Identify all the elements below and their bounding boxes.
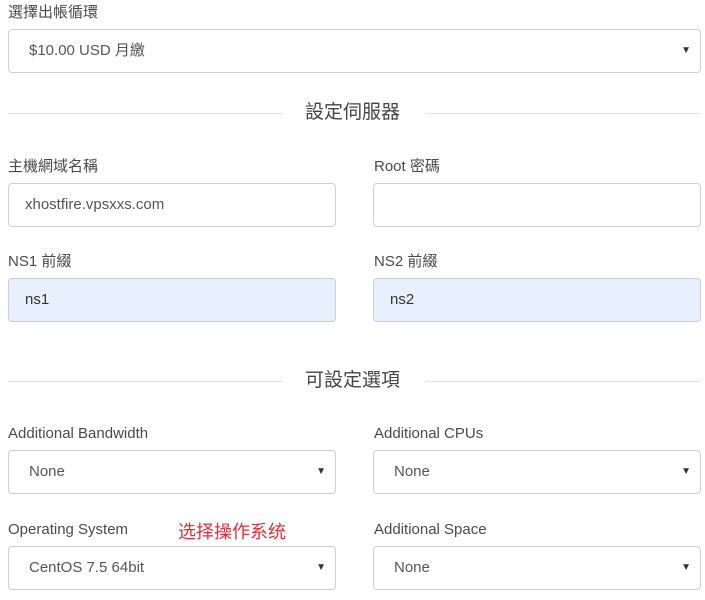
- chevron-down-icon: ▼: [316, 562, 326, 573]
- additional-bandwidth-select[interactable]: None ▼: [8, 450, 336, 494]
- server-setup-section: 設定伺服器: [0, 101, 705, 125]
- section-title: 可設定選項: [304, 370, 400, 391]
- section-title: 設定伺服器: [304, 102, 400, 123]
- os-annotation: 选择操作系统: [178, 522, 286, 542]
- additional-cpus-value: None: [394, 463, 430, 480]
- root-password-field[interactable]: [373, 183, 701, 227]
- operating-system-select[interactable]: CentOS 7.5 64bit ▼: [8, 546, 336, 590]
- ns2-prefix-field[interactable]: ns2: [373, 278, 701, 322]
- hostname-label: 主機網域名稱: [8, 158, 99, 175]
- additional-space-select[interactable]: None ▼: [373, 546, 701, 590]
- additional-bandwidth-label: Additional Bandwidth: [8, 425, 149, 442]
- order-configuration-form: 選擇出帳循環 $10.00 USD 月繳 ▼ 設定伺服器 主機網域名稱 xhos…: [0, 0, 705, 600]
- billing-cycle-label: 選擇出帳循環: [8, 4, 99, 21]
- operating-system-value: CentOS 7.5 64bit: [29, 559, 145, 576]
- ns1-prefix-field[interactable]: ns1: [8, 278, 336, 322]
- chevron-down-icon: ▼: [316, 466, 326, 477]
- additional-bandwidth-value: None: [29, 463, 65, 480]
- ns1-prefix-label: NS1 前綴: [8, 253, 72, 270]
- operating-system-label: Operating System: [8, 521, 129, 538]
- billing-cycle-select[interactable]: $10.00 USD 月繳 ▼: [8, 29, 701, 73]
- chevron-down-icon: ▼: [681, 45, 691, 56]
- billing-cycle-value: $10.00 USD 月繳: [29, 42, 145, 59]
- hostname-field[interactable]: xhostfire.vpsxxs.com: [8, 183, 336, 227]
- chevron-down-icon: ▼: [681, 562, 691, 573]
- configurable-options-section: 可設定選項: [0, 369, 705, 393]
- ns2-prefix-label: NS2 前綴: [374, 253, 438, 270]
- root-password-label: Root 密碼: [374, 158, 440, 175]
- additional-cpus-select[interactable]: None ▼: [373, 450, 701, 494]
- additional-space-label: Additional Space: [374, 521, 487, 538]
- chevron-down-icon: ▼: [681, 466, 691, 477]
- additional-space-value: None: [394, 559, 430, 576]
- additional-cpus-label: Additional CPUs: [374, 425, 484, 442]
